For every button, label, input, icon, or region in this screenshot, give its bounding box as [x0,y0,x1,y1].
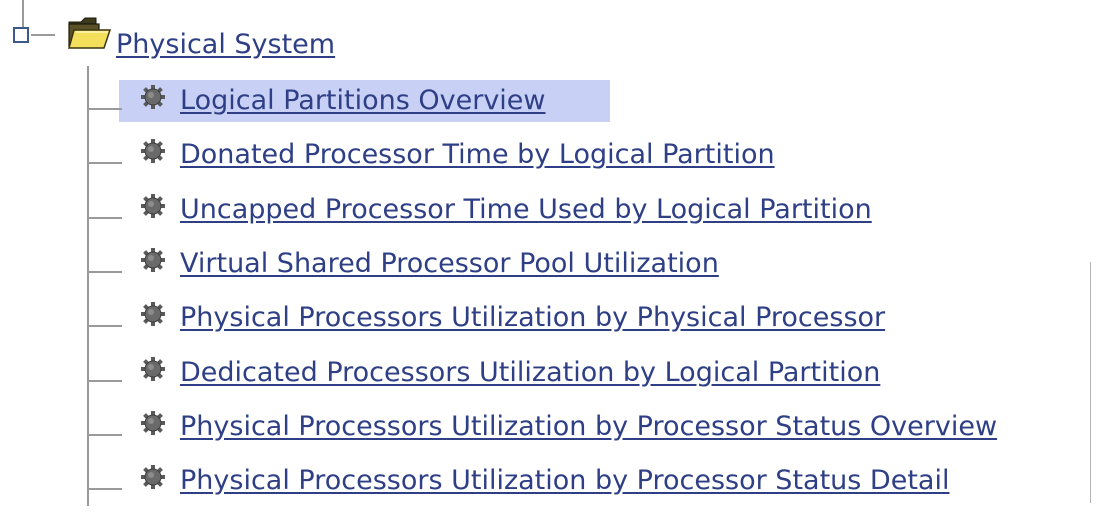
tree-item-label[interactable]: Uncapped Processor Time Used by Logical … [180,193,872,227]
gear-icon [141,248,165,272]
gear-icon [141,85,165,109]
tree-root-physical-system[interactable]: Physical System [116,28,335,62]
tree-connector-line [88,162,122,164]
tree-connector-line [88,434,122,436]
gear-icon [141,465,165,489]
tree-item-label[interactable]: Physical Processors Utilization by Physi… [180,301,885,335]
tree-connector-line [88,488,122,490]
folder-icon [68,17,112,49]
tree-connector-line [88,271,122,273]
gear-icon [141,302,165,326]
tree-item[interactable]: Logical Partitions Overview [0,80,1105,136]
collapse-toggle-button[interactable] [13,27,29,43]
tree-item-label[interactable]: Physical Processors Utilization by Proce… [180,464,949,498]
gear-icon [141,357,165,381]
tree-item-label[interactable]: Donated Processor Time by Logical Partit… [180,138,775,172]
tree-item[interactable]: Virtual Shared Processor Pool Utilizatio… [0,245,1105,299]
tree-connector-line [88,217,122,219]
tree-item-label[interactable]: Logical Partitions Overview [180,84,546,118]
tree-item[interactable]: Dedicated Processors Utilization by Logi… [0,354,1105,408]
tree-connector-line [31,34,55,36]
tree-item[interactable]: Donated Processor Time by Logical Partit… [0,136,1105,190]
gear-icon [141,194,165,218]
tree-connector-line [88,325,122,327]
tree-item-label[interactable]: Dedicated Processors Utilization by Logi… [180,356,880,390]
tree-connector-line [88,108,122,110]
gear-icon [141,139,165,163]
tree-item[interactable]: Physical Processors Utilization by Physi… [0,299,1105,353]
gear-icon [141,411,165,435]
navigation-tree: Physical System Logical Partitions Overv… [0,0,1105,506]
tree-connector-line [22,0,24,28]
tree-connector-line [88,380,122,382]
tree-item[interactable]: Physical Processors Utilization by Proce… [0,462,1105,516]
tree-item-label[interactable]: Physical Processors Utilization by Proce… [180,410,997,444]
tree-item[interactable]: Physical Processors Utilization by Proce… [0,408,1105,462]
tree-item[interactable]: Uncapped Processor Time Used by Logical … [0,191,1105,245]
tree-item-label[interactable]: Virtual Shared Processor Pool Utilizatio… [180,247,719,281]
